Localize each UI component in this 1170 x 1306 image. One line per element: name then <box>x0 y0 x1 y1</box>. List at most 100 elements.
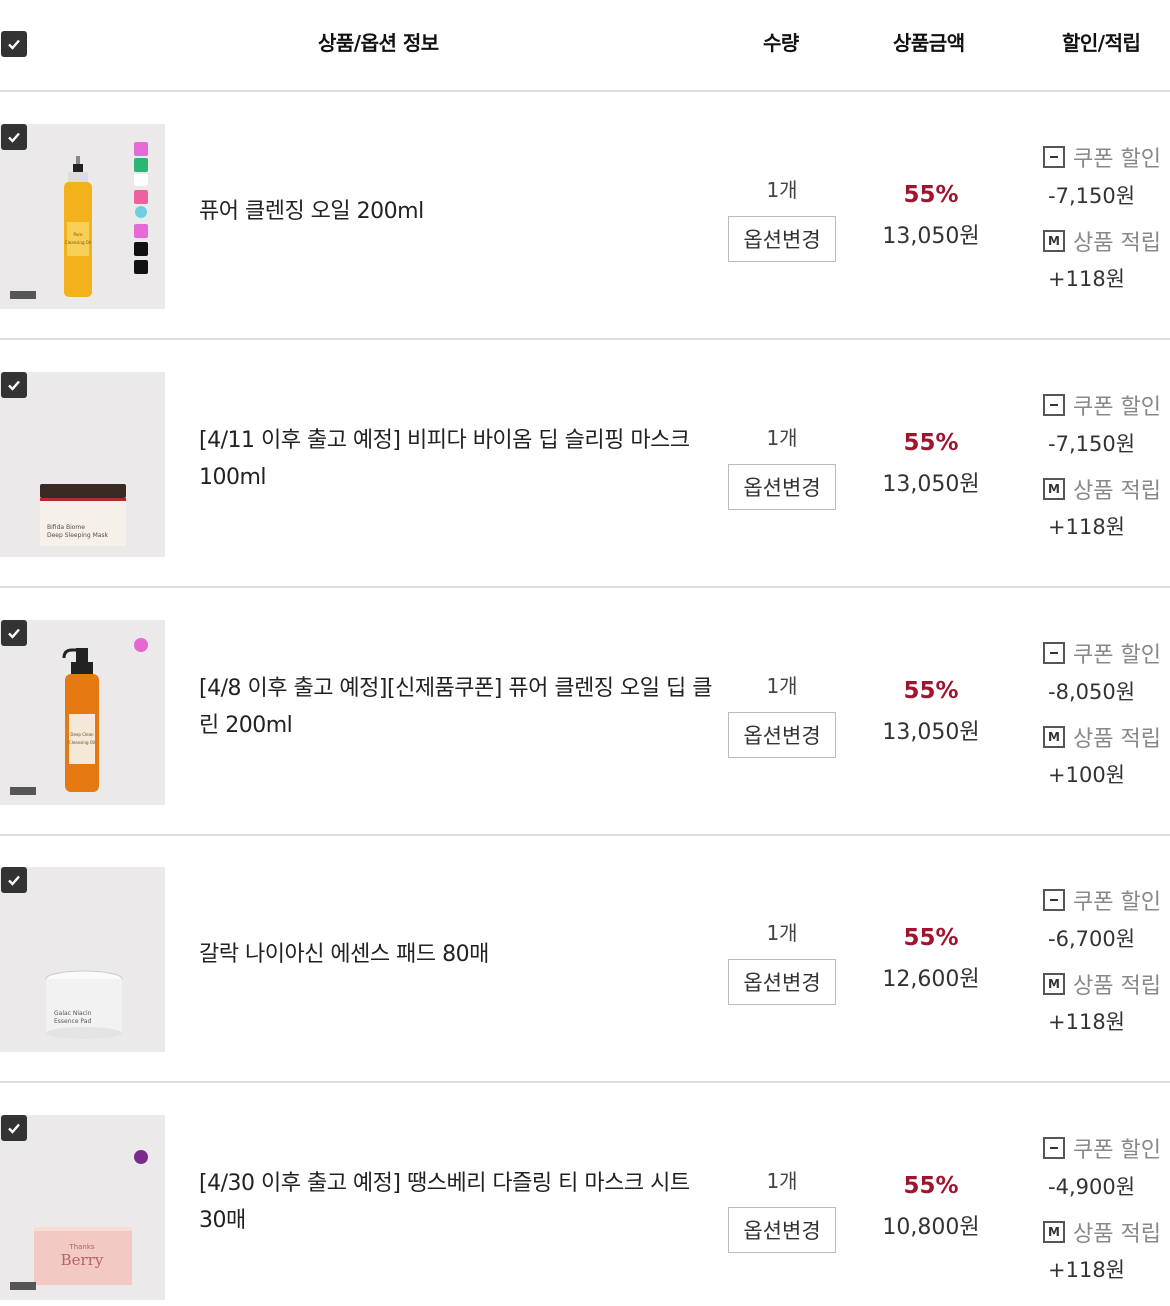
product-label-line: Cleansing Oil <box>69 740 95 745</box>
point-label: 상품 적립 <box>1073 1222 1161 1247</box>
point-earn: M 상품 적립 <box>1043 473 1161 505</box>
vegan-badge-icon <box>10 787 36 795</box>
minus-box-icon <box>1043 642 1065 664</box>
product-price: 13,050원 <box>882 472 980 497</box>
m-box-icon: M <box>1043 726 1065 748</box>
coupon-label: 쿠폰 할인 <box>1073 147 1161 172</box>
item-checkbox[interactable] <box>1 124 27 150</box>
product-label-line: Essence Pad <box>54 1018 91 1025</box>
cart-item-row: Thanks Berry [4/30 이후 출고 예정] 땡스베리 다즐링 티 … <box>0 1083 1170 1306</box>
discount-rate: 55% <box>903 182 959 208</box>
minus-box-icon <box>1043 146 1065 168</box>
check-icon <box>8 628 20 639</box>
quantity: 1개 <box>766 178 798 202</box>
check-icon <box>8 39 20 50</box>
product-image[interactable]: Thanks Berry <box>0 1115 165 1300</box>
cart-item-row: Galac Niacin Essence Pad 갈락 나이아신 에센스 패드 … <box>0 835 1170 1083</box>
cart-item-row: Bifida Biome Deep Sleeping Mask [4/11 이후… <box>0 340 1170 588</box>
product-name[interactable]: [4/30 이후 출고 예정] 땡스베리 다즐링 티 마스크 시트 30매 <box>199 1165 714 1239</box>
vegan-badge-icon <box>10 291 36 299</box>
quantity: 1개 <box>766 426 798 450</box>
m-box-icon: M <box>1043 230 1065 252</box>
product-image[interactable]: Deep Clean Cleansing Oil <box>0 620 165 805</box>
point-label: 상품 적립 <box>1073 974 1161 999</box>
product-label-line: Berry <box>61 1251 104 1269</box>
coupon-value: -7,150원 <box>1048 184 1136 208</box>
product-label-line: Galac Niacin <box>54 1010 92 1017</box>
vegan-badge-icon <box>10 1282 36 1290</box>
product-label-line: Cleansing Oil <box>65 240 91 245</box>
product-label-line: Pure <box>74 232 83 237</box>
change-option-button[interactable]: 옵션변경 <box>728 216 836 262</box>
product-label-line: Bifida Biome <box>47 524 85 531</box>
point-value: +118원 <box>1048 515 1125 539</box>
coupon-discount: 쿠폰 할인 <box>1043 1132 1161 1164</box>
point-earn: M 상품 적립 <box>1043 225 1161 257</box>
coupon-value: -6,700원 <box>1048 927 1136 951</box>
product-name[interactable]: [4/11 이후 출고 예정] 비피다 바이옴 딥 슬리핑 마스크 100ml <box>199 422 714 496</box>
change-option-button[interactable]: 옵션변경 <box>728 1207 836 1253</box>
product-label-line: Thanks <box>68 1243 94 1251</box>
coupon-value: -8,050원 <box>1048 680 1136 704</box>
coupon-discount: 쿠폰 할인 <box>1043 884 1161 916</box>
product-name[interactable]: 갈락 나이아신 에센스 패드 80매 <box>199 936 714 973</box>
product-name[interactable]: 퓨어 클렌징 오일 200ml <box>199 193 714 230</box>
product-label-line: Deep Clean <box>70 732 94 737</box>
product-image[interactable]: Bifida Biome Deep Sleeping Mask <box>0 372 165 557</box>
coupon-value: -7,150원 <box>1048 432 1136 456</box>
check-icon <box>8 1123 20 1134</box>
point-label: 상품 적립 <box>1073 479 1161 504</box>
item-checkbox[interactable] <box>1 1115 27 1141</box>
point-value: +118원 <box>1048 267 1125 291</box>
header-amount: 상품금액 <box>893 31 965 55</box>
minus-box-icon <box>1043 1137 1065 1159</box>
coupon-discount: 쿠폰 할인 <box>1043 389 1161 421</box>
coupon-label: 쿠폰 할인 <box>1073 1138 1161 1163</box>
discount-rate: 55% <box>903 925 959 951</box>
product-price: 13,050원 <box>882 720 980 745</box>
product-price: 12,600원 <box>882 967 980 992</box>
point-label: 상품 적립 <box>1073 231 1161 256</box>
check-icon <box>8 380 20 391</box>
product-name[interactable]: [4/8 이후 출고 예정][신제품쿠폰] 퓨어 클렌징 오일 딥 클린 200… <box>199 670 714 744</box>
item-checkbox[interactable] <box>1 867 27 893</box>
point-earn: M 상품 적립 <box>1043 1216 1161 1248</box>
cart-item-row: Deep Clean Cleansing Oil [4/8 이후 출고 예정][… <box>0 588 1170 836</box>
product-price: 10,800원 <box>882 1215 980 1240</box>
discount-rate: 55% <box>903 678 959 704</box>
item-checkbox[interactable] <box>1 372 27 398</box>
change-option-button[interactable]: 옵션변경 <box>728 464 836 510</box>
cart-table-header: 상품/옵션 정보 수량 상품금액 할인/적립 <box>0 0 1170 92</box>
coupon-label: 쿠폰 할인 <box>1073 890 1161 915</box>
header-discount: 할인/적립 <box>1062 31 1141 55</box>
coupon-label: 쿠폰 할인 <box>1073 395 1161 420</box>
product-image[interactable]: Pure Cleansing Oil <box>0 124 165 309</box>
header-product-info: 상품/옵션 정보 <box>318 31 439 55</box>
m-box-icon: M <box>1043 973 1065 995</box>
change-option-button[interactable]: 옵션변경 <box>728 959 836 1005</box>
coupon-value: -4,900원 <box>1048 1175 1136 1199</box>
quantity: 1개 <box>766 921 798 945</box>
point-value: +100원 <box>1048 763 1125 787</box>
check-icon <box>8 875 20 886</box>
point-earn: M 상품 적립 <box>1043 968 1161 1000</box>
m-box-icon: M <box>1043 1221 1065 1243</box>
discount-rate: 55% <box>903 430 959 456</box>
point-earn: M 상품 적립 <box>1043 721 1161 753</box>
item-checkbox[interactable] <box>1 620 27 646</box>
discount-rate: 55% <box>903 1173 959 1199</box>
minus-box-icon <box>1043 889 1065 911</box>
m-box-icon: M <box>1043 478 1065 500</box>
change-option-button[interactable]: 옵션변경 <box>728 712 836 758</box>
point-value: +118원 <box>1048 1010 1125 1034</box>
minus-box-icon <box>1043 394 1065 416</box>
product-price: 13,050원 <box>882 224 980 249</box>
point-label: 상품 적립 <box>1073 727 1161 752</box>
quantity: 1개 <box>766 1169 798 1193</box>
point-value: +118원 <box>1048 1258 1125 1282</box>
select-all-checkbox[interactable] <box>1 31 27 57</box>
quantity: 1개 <box>766 674 798 698</box>
product-image[interactable]: Galac Niacin Essence Pad <box>0 867 165 1052</box>
cart-item-row: Pure Cleansing Oil 퓨어 클렌징 오일 200ml 1개 옵션… <box>0 92 1170 340</box>
header-quantity: 수량 <box>763 31 799 55</box>
